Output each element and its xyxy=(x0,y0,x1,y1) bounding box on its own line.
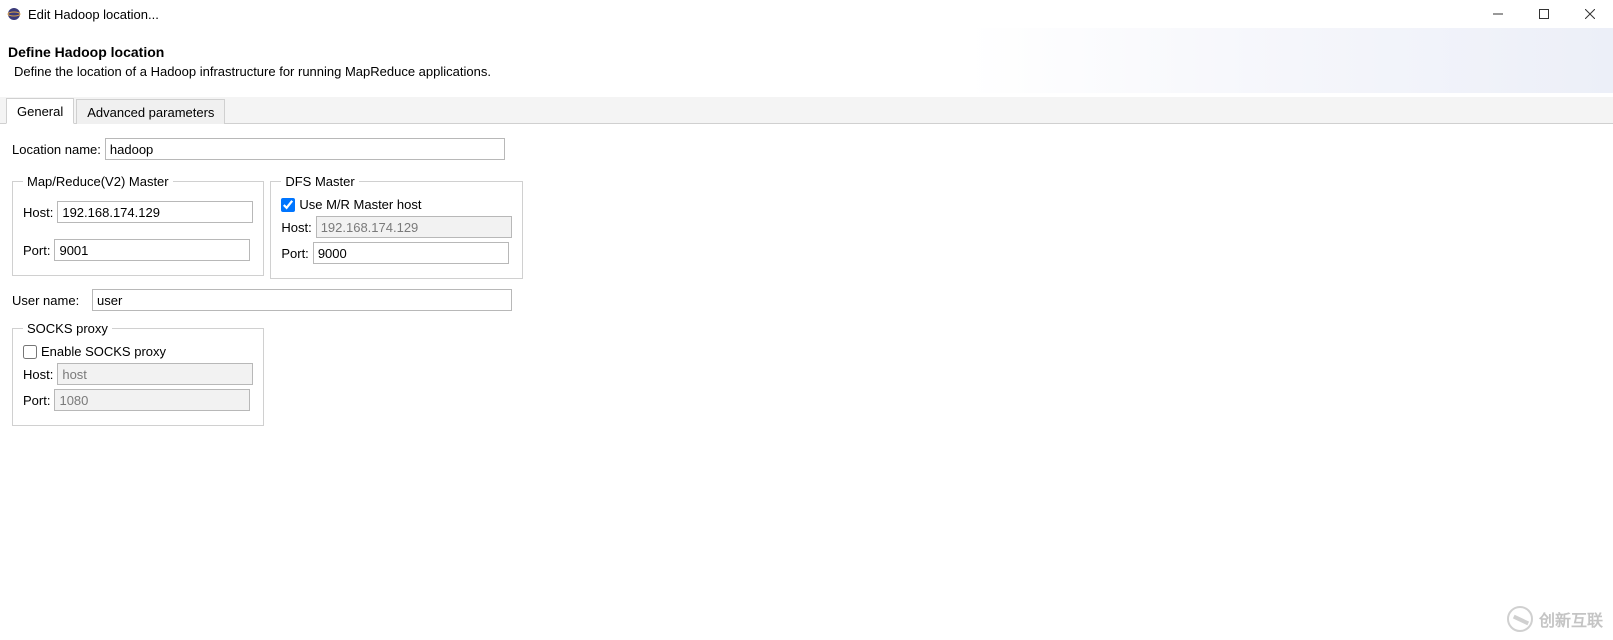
watermark: 创新互联 xyxy=(1507,606,1603,632)
master-groups: Map/Reduce(V2) Master Host: Port: DFS Ma… xyxy=(12,168,529,285)
dfs-master-legend: DFS Master xyxy=(281,174,358,189)
minimize-button[interactable] xyxy=(1475,0,1521,28)
location-name-label: Location name: xyxy=(12,142,101,157)
location-name-input[interactable] xyxy=(105,138,505,160)
page-title: Define Hadoop location xyxy=(8,44,1605,60)
socks-port-label: Port: xyxy=(23,393,50,408)
dfs-master-group: DFS Master Use M/R Master host Host: Por… xyxy=(270,174,522,279)
mr-host-label: Host: xyxy=(23,205,53,220)
socks-host-label: Host: xyxy=(23,367,53,382)
tab-general-label: General xyxy=(17,104,63,119)
tab-content-general: Location name: Map/Reduce(V2) Master Hos… xyxy=(0,124,1613,442)
use-mr-master-host-checkbox[interactable] xyxy=(281,198,295,212)
window-title: Edit Hadoop location... xyxy=(28,7,159,22)
socks-port-input xyxy=(54,389,250,411)
user-name-label: User name: xyxy=(12,293,88,308)
titlebar: Edit Hadoop location... xyxy=(0,0,1613,28)
tab-advanced-label: Advanced parameters xyxy=(87,105,214,120)
mr-port-input[interactable] xyxy=(54,239,250,261)
page-description: Define the location of a Hadoop infrastr… xyxy=(14,64,1605,79)
maximize-button[interactable] xyxy=(1521,0,1567,28)
tab-advanced[interactable]: Advanced parameters xyxy=(76,99,225,124)
dfs-host-label: Host: xyxy=(281,220,311,235)
user-name-row: User name: xyxy=(12,289,512,311)
dfs-port-input[interactable] xyxy=(313,242,509,264)
dfs-port-label: Port: xyxy=(281,246,308,261)
mr-port-label: Port: xyxy=(23,243,50,258)
socks-proxy-group: SOCKS proxy Enable SOCKS proxy Host: Por… xyxy=(12,321,264,426)
socks-host-input xyxy=(57,363,253,385)
tabstrip: General Advanced parameters xyxy=(0,97,1613,124)
use-mr-master-host-label: Use M/R Master host xyxy=(299,197,421,212)
watermark-text: 创新互联 xyxy=(1539,607,1603,631)
window-controls xyxy=(1475,0,1613,28)
mr-host-input[interactable] xyxy=(57,201,253,223)
user-name-input[interactable] xyxy=(92,289,512,311)
watermark-icon xyxy=(1507,606,1533,632)
enable-socks-label: Enable SOCKS proxy xyxy=(41,344,166,359)
dialog-header: Define Hadoop location Define the locati… xyxy=(0,28,1613,93)
dfs-host-input xyxy=(316,216,512,238)
location-name-row: Location name: xyxy=(12,138,505,160)
enable-socks-checkbox[interactable] xyxy=(23,345,37,359)
eclipse-icon xyxy=(6,6,22,22)
mapreduce-master-legend: Map/Reduce(V2) Master xyxy=(23,174,173,189)
tab-general[interactable]: General xyxy=(6,98,74,124)
mapreduce-master-group: Map/Reduce(V2) Master Host: Port: xyxy=(12,174,264,276)
close-button[interactable] xyxy=(1567,0,1613,28)
socks-proxy-legend: SOCKS proxy xyxy=(23,321,112,336)
